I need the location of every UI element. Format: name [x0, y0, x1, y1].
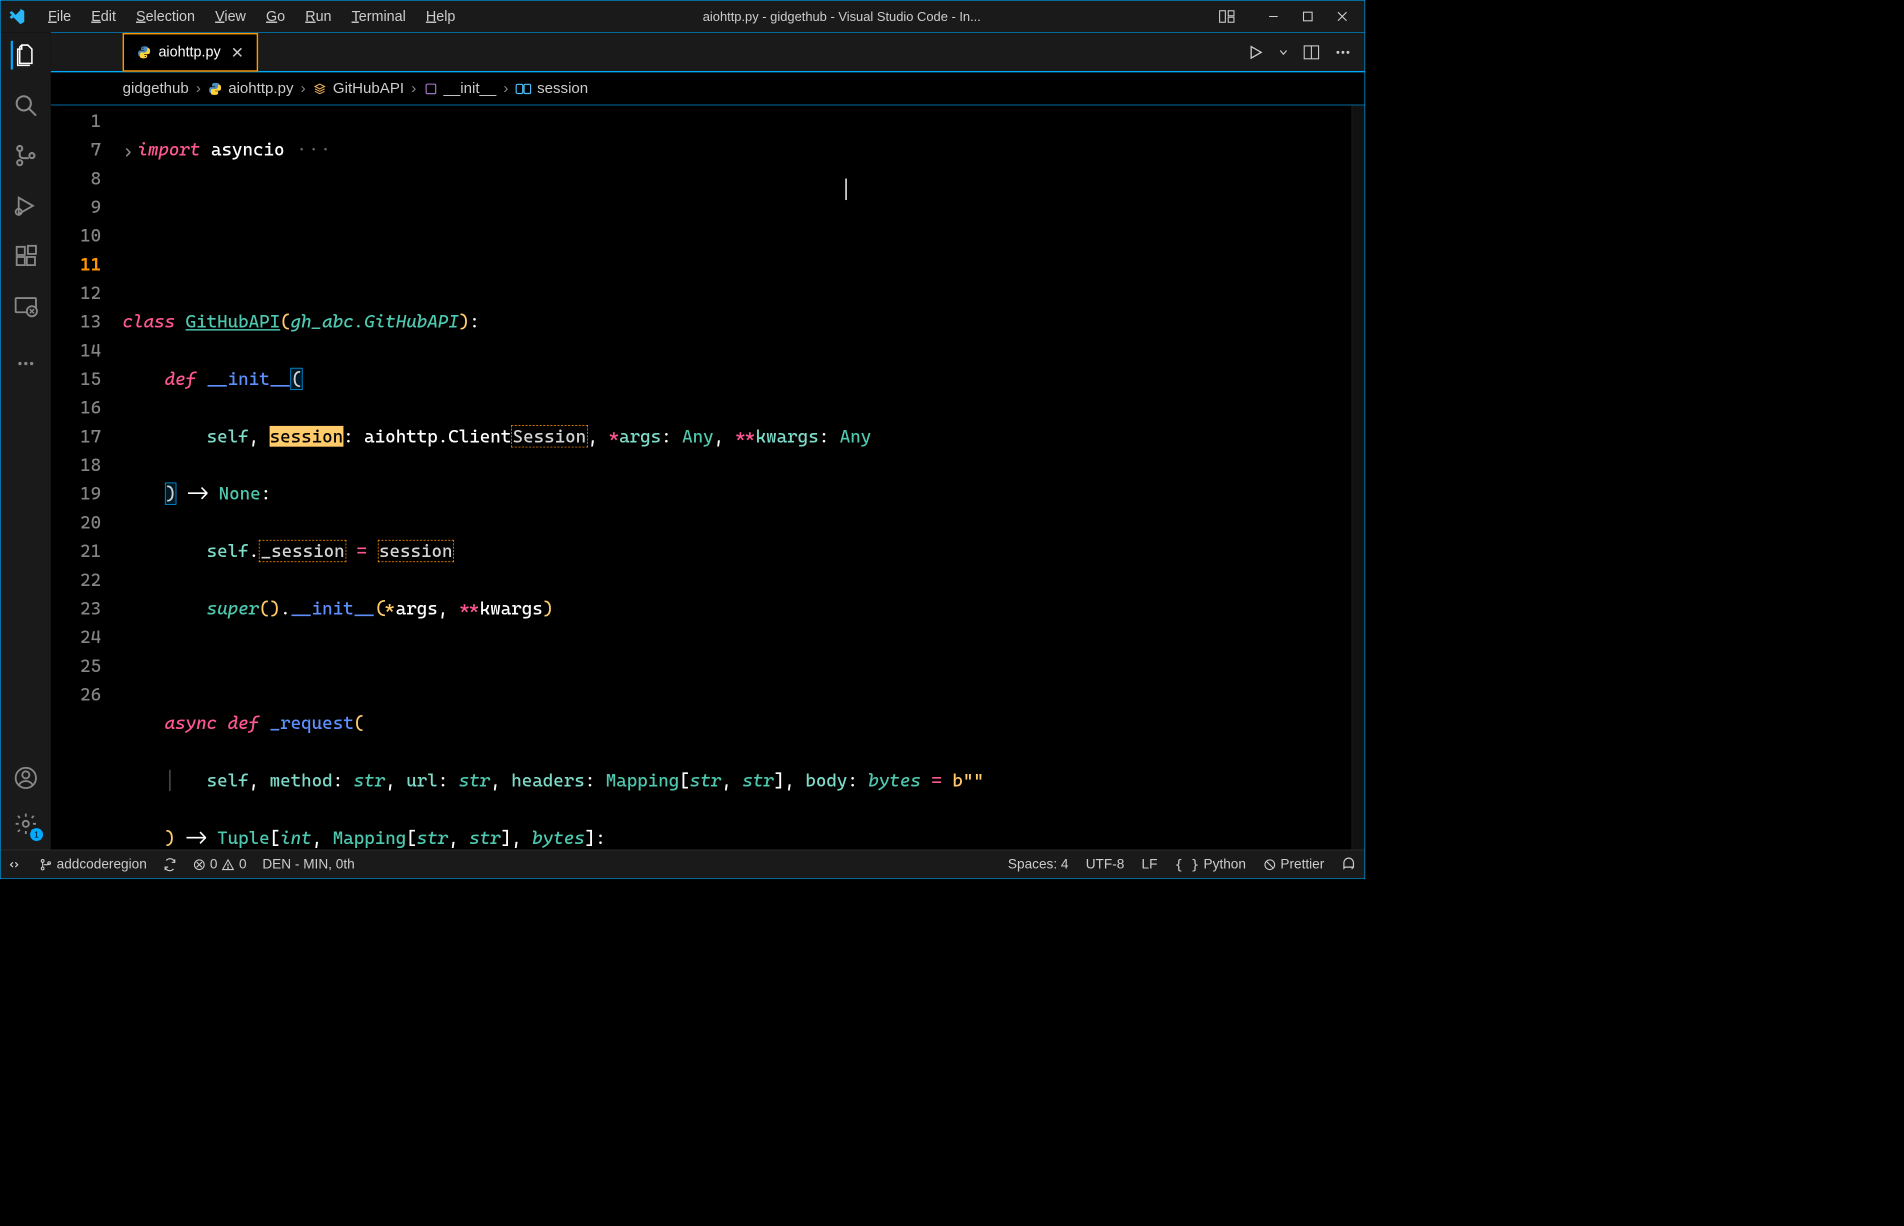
- window-title: aiohttp.py - gidgethub - Visual Studio C…: [465, 9, 1218, 24]
- menu-go[interactable]: Go: [256, 8, 295, 24]
- minimap[interactable]: [1352, 105, 1365, 849]
- breadcrumb[interactable]: gidgethub › aiohttp.py › GitHubAPI › __i…: [51, 72, 1365, 105]
- status-branch[interactable]: addcoderegion: [39, 856, 146, 872]
- settings-gear-icon[interactable]: 1: [11, 809, 40, 838]
- tab-filename: aiohttp.py: [158, 44, 220, 60]
- run-debug-icon[interactable]: [11, 191, 40, 220]
- menu-help[interactable]: Help: [416, 8, 466, 24]
- code-content[interactable]: ›import asyncio ··· class GitHubAPI(gh_a…: [123, 105, 1352, 849]
- remote-explorer-icon[interactable]: [11, 292, 40, 321]
- status-notifications-icon[interactable]: [1342, 857, 1356, 871]
- menu-selection[interactable]: Selection: [126, 8, 205, 24]
- text-cursor: [845, 179, 846, 201]
- breadcrumb-symbol[interactable]: session: [516, 80, 589, 97]
- menu-run[interactable]: Run: [295, 8, 341, 24]
- line-gutter: 1 7 8 9 10 11 12 13 14 15 16 17 18 19 20…: [51, 105, 123, 849]
- chevron-right-icon: ›: [411, 80, 416, 97]
- status-bar: addcoderegion 0 0 DEN - MIN, 0th Spaces:…: [1, 850, 1365, 879]
- tab-bar: aiohttp.py: [51, 32, 1365, 72]
- chevron-right-icon: ›: [196, 80, 201, 97]
- activity-bar: 1: [1, 32, 51, 849]
- source-control-icon[interactable]: [11, 141, 40, 170]
- account-icon[interactable]: [11, 764, 40, 793]
- explorer-icon[interactable]: [10, 41, 39, 70]
- extensions-icon[interactable]: [11, 242, 40, 271]
- menu-edit[interactable]: Edit: [81, 8, 126, 24]
- breadcrumb-root[interactable]: gidgethub: [123, 80, 189, 97]
- fold-icon[interactable]: ›: [123, 137, 134, 166]
- tab-close-icon[interactable]: [231, 46, 244, 59]
- remote-icon[interactable]: [9, 857, 23, 871]
- python-file-icon: [137, 45, 151, 59]
- tab-aiohttp[interactable]: aiohttp.py: [123, 33, 258, 72]
- title-bar: File Edit Selection View Go Run Terminal…: [1, 1, 1365, 33]
- maximize-icon[interactable]: [1300, 9, 1316, 25]
- status-problems[interactable]: 0 0: [193, 856, 247, 872]
- minimize-icon[interactable]: [1266, 9, 1282, 25]
- status-region[interactable]: DEN - MIN, 0th: [262, 856, 354, 872]
- breadcrumb-class[interactable]: GitHubAPI: [313, 80, 404, 97]
- layout-icon[interactable]: [1218, 8, 1235, 25]
- search-icon[interactable]: [11, 91, 40, 120]
- breadcrumb-method[interactable]: __init__: [423, 80, 496, 97]
- status-encoding[interactable]: UTF-8: [1086, 856, 1125, 872]
- run-file-icon[interactable]: [1247, 43, 1264, 60]
- gear-badge: 1: [30, 828, 43, 841]
- code-editor[interactable]: 1 7 8 9 10 11 12 13 14 15 16 17 18 19 20…: [51, 105, 1365, 849]
- menu-terminal[interactable]: Terminal: [342, 8, 416, 24]
- run-dropdown-icon[interactable]: [1278, 47, 1288, 57]
- status-sync[interactable]: [163, 857, 177, 871]
- menu-file[interactable]: File: [38, 8, 81, 24]
- status-spaces[interactable]: Spaces: 4: [1008, 856, 1069, 872]
- vscode-logo-icon: [6, 6, 26, 26]
- menu-view[interactable]: View: [205, 8, 256, 24]
- editor-more-icon[interactable]: [1334, 43, 1351, 60]
- chevron-right-icon: ›: [503, 80, 508, 97]
- close-icon[interactable]: [1334, 9, 1350, 25]
- breadcrumb-file[interactable]: aiohttp.py: [208, 80, 293, 97]
- split-editor-icon[interactable]: [1303, 43, 1320, 60]
- chevron-right-icon: ›: [301, 80, 306, 97]
- more-icon[interactable]: [11, 349, 40, 378]
- status-language[interactable]: { } Python: [1175, 856, 1246, 872]
- status-eol[interactable]: LF: [1142, 856, 1158, 872]
- status-prettier[interactable]: Prettier: [1263, 856, 1324, 872]
